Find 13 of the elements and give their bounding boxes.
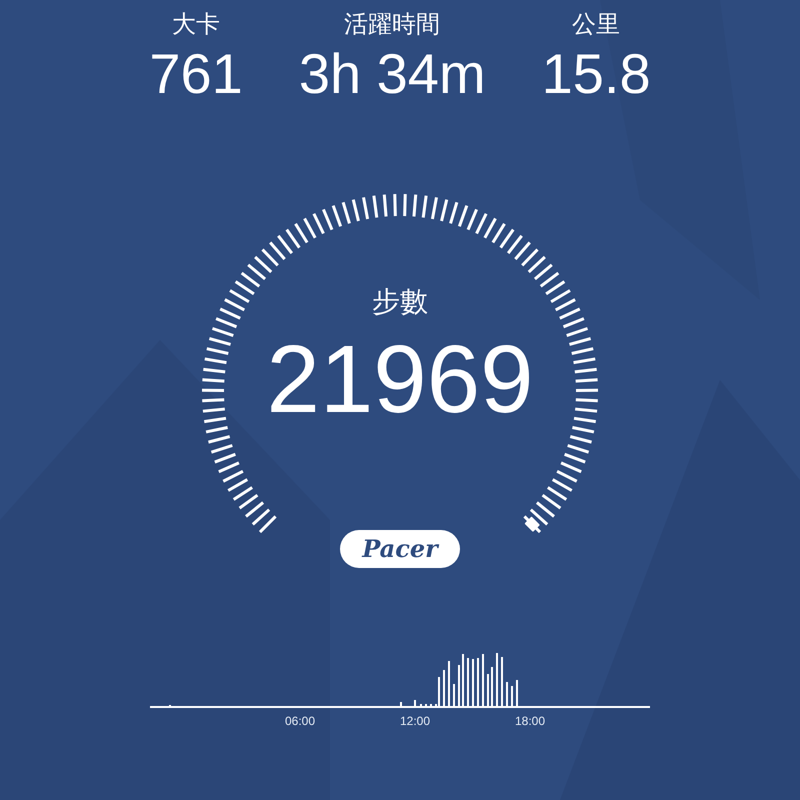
stat-value: 3h 34m xyxy=(298,42,486,106)
time-label: 18:00 xyxy=(515,714,546,728)
stat-value: 15.8 xyxy=(542,42,651,106)
stat-label: 大卡 xyxy=(172,10,220,40)
brand-logo: Pacer xyxy=(340,530,460,568)
stat-value: 761 xyxy=(149,42,243,106)
time-label: 12:00 xyxy=(400,714,430,728)
time-label: 06:00 xyxy=(285,714,316,728)
stat-label: 活躍時間 xyxy=(344,10,440,40)
steps-count: 21969 xyxy=(266,330,534,430)
stat-label: 公里 xyxy=(572,10,620,40)
steps-label: 步數 xyxy=(372,285,428,319)
gauge-marker xyxy=(524,516,540,532)
